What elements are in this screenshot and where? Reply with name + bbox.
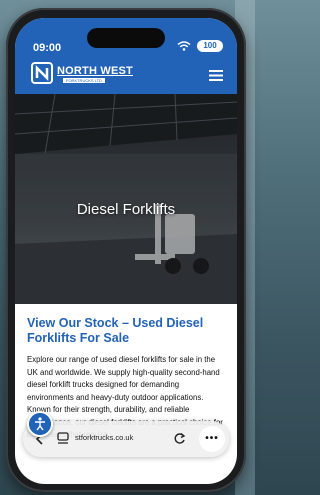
reload-icon[interactable]	[173, 432, 186, 445]
warehouse-forklift-image	[15, 94, 237, 304]
battery-indicator: 100	[197, 40, 223, 52]
dynamic-island	[87, 28, 165, 48]
phone-frame: 09:00 100 NORTH WEST FORKTRUCKS LTD Dies…	[6, 8, 246, 492]
tabs-icon[interactable]	[57, 432, 69, 445]
browser-address-bar[interactable]: stforktrucks.co.uk •••	[23, 421, 229, 457]
logo-title[interactable]: NORTH WEST	[57, 65, 133, 77]
status-bar: 09:00 100	[15, 18, 237, 54]
section-heading: View Our Stock – Used Diesel Forklifts F…	[27, 316, 204, 345]
hero-banner: Diesel Forklifts	[15, 94, 237, 304]
more-button[interactable]: •••	[199, 426, 225, 452]
status-time: 09:00	[33, 42, 62, 54]
hero-title: Diesel Forklifts	[76, 201, 176, 218]
site-header: NORTH WEST FORKTRUCKS LTD	[15, 54, 237, 94]
logo-subtitle: FORKTRUCKS LTD	[63, 78, 105, 83]
menu-icon[interactable]	[209, 70, 223, 81]
url-text[interactable]: stforktrucks.co.uk	[75, 433, 133, 442]
logo-mark-icon[interactable]	[31, 62, 53, 84]
phone-screen: 09:00 100 NORTH WEST FORKTRUCKS LTD Dies…	[15, 18, 237, 484]
more-icon: •••	[205, 433, 219, 444]
wifi-icon	[177, 41, 191, 51]
accessibility-icon[interactable]	[27, 411, 53, 437]
